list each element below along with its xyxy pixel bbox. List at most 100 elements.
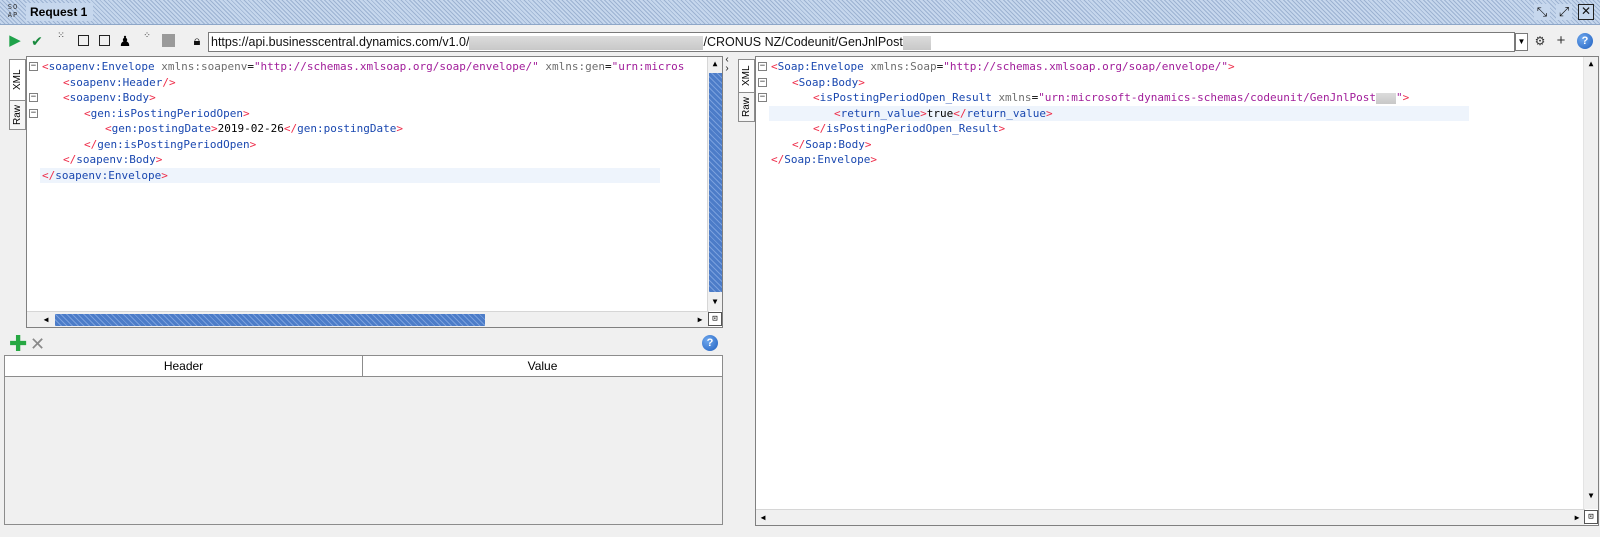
xml-token: "urn:microsoft-dynamics-schemas/codeunit…: [1038, 91, 1376, 104]
dropdown-icon[interactable]: ▼: [1515, 33, 1528, 51]
code-line[interactable]: <Soap:Envelope xmlns:Soap="http://schema…: [771, 59, 1235, 74]
url-suffix: /CRONUS NZ/Codeunit/GenJnlPost: [703, 35, 903, 49]
xml-token: gen:postingDate: [111, 122, 211, 135]
xml-token: xmlns: [998, 91, 1032, 104]
xml-token: <: [105, 122, 112, 135]
code-line[interactable]: </gen:isPostingPeriodOpen>: [84, 137, 256, 152]
tab-xml-request[interactable]: XML: [9, 59, 26, 101]
window-title: Request 1: [26, 3, 94, 21]
code-line[interactable]: <gen:isPostingPeriodOpen>: [84, 106, 250, 121]
maximize-icon[interactable]: ⤢: [1556, 4, 1572, 20]
stop-icon[interactable]: [162, 34, 175, 47]
xml-token: >: [242, 106, 250, 120]
code-line[interactable]: <soapenv:Envelope xmlns:soapenv="http://…: [42, 59, 684, 74]
xml-token: <: [813, 91, 820, 104]
xml-token: xmlns:gen: [545, 60, 605, 73]
scroll-thumb[interactable]: [709, 73, 722, 292]
scroll-thumb[interactable]: [55, 314, 485, 326]
xml-token: </: [953, 106, 967, 120]
line-numbers-icon[interactable]: ⊡: [708, 312, 722, 326]
redacted-block: [469, 35, 704, 50]
xml-token: 2019-02-26: [217, 122, 284, 135]
close-icon[interactable]: ✕: [1578, 4, 1594, 20]
xml-token: Soap:Envelope: [777, 60, 864, 73]
add-icon[interactable]: +: [1553, 33, 1569, 49]
toggle-icon[interactable]: ⁙: [53, 32, 69, 49]
scroll-left-icon[interactable]: ◀: [39, 313, 53, 327]
code-line[interactable]: </Soap:Envelope>: [771, 152, 877, 167]
code-line[interactable]: <return_value>true</return_value>: [834, 106, 1053, 121]
xml-token: gen:isPostingPeriodOpen: [97, 137, 250, 151]
xml-token: soapenv:Body: [76, 153, 156, 166]
xml-token: >: [864, 137, 872, 151]
tab-raw-response[interactable]: Raw: [738, 92, 755, 122]
xml-token: >: [998, 122, 1006, 135]
split-divider[interactable]: [731, 56, 735, 537]
scroll-right-icon[interactable]: ▶: [693, 313, 707, 327]
scroll-down-icon[interactable]: ▼: [1584, 489, 1598, 503]
code-line[interactable]: <soapenv:Header/>: [63, 75, 176, 90]
xml-token: isPostingPeriodOpen_Result: [826, 122, 999, 135]
remove-header-icon[interactable]: ✕: [30, 334, 45, 354]
scroll-right-icon[interactable]: ▶: [1570, 511, 1584, 525]
code-line[interactable]: </isPostingPeriodOpen_Result>: [813, 121, 1005, 136]
code-line[interactable]: </soapenv:Envelope>: [42, 168, 168, 183]
xml-token: >: [920, 106, 927, 120]
xml-token: </: [792, 137, 806, 151]
fold-toggle-icon[interactable]: −: [758, 77, 767, 87]
scroll-up-icon[interactable]: ▲: [1584, 57, 1598, 71]
check-icon[interactable]: ✔: [29, 33, 45, 49]
fold-toggle-icon[interactable]: −: [29, 93, 38, 102]
code-line[interactable]: <gen:postingDate>2019-02-26</gen:posting…: [105, 121, 403, 136]
detach-icon[interactable]: ⤡: [1534, 4, 1550, 20]
xml-token: ": [1395, 91, 1403, 104]
options-icon[interactable]: ⁘: [139, 32, 155, 49]
fold-toggle-icon[interactable]: −: [758, 62, 767, 71]
column-header-value[interactable]: Value: [363, 356, 722, 377]
response-horizontal-scrollbar[interactable]: ◀ ▶: [756, 509, 1585, 525]
scroll-left-icon[interactable]: ◀: [756, 511, 770, 525]
checkbox-icon[interactable]: [99, 35, 110, 46]
add-header-icon[interactable]: ✚: [9, 333, 27, 355]
code-line[interactable]: <soapenv:Body>: [63, 90, 156, 105]
code-line[interactable]: <Soap:Body>: [792, 75, 865, 90]
request-vertical-scrollbar[interactable]: ▲ ▼: [707, 57, 722, 311]
settings-icon[interactable]: ⚙: [1532, 33, 1548, 49]
scroll-down-icon[interactable]: ▼: [708, 295, 722, 309]
collapse-left-icon[interactable]: ‹ ›: [722, 55, 732, 74]
code-line[interactable]: </soapenv:Body>: [63, 152, 162, 167]
response-xml-editor[interactable]: − <Soap:Envelope xmlns:Soap="http://schem…: [755, 56, 1599, 526]
xml-token: >: [1227, 60, 1235, 73]
xml-token: </: [771, 153, 785, 166]
user-icon[interactable]: ♟: [117, 33, 133, 49]
column-header-header[interactable]: Header: [5, 356, 363, 377]
frame-icon[interactable]: [78, 35, 89, 46]
code-line[interactable]: <isPostingPeriodOpen_Result xmlns="urn:m…: [813, 90, 1409, 105]
line-numbers-icon[interactable]: ⊡: [1584, 510, 1598, 524]
xml-token: />: [162, 75, 176, 89]
xml-token: "http://schemas.xmlsoap.org/soap/envelop…: [253, 60, 539, 73]
request-horizontal-scrollbar[interactable]: ◀ ▶: [27, 311, 709, 327]
response-vertical-scrollbar[interactable]: ▲ ▼: [1583, 57, 1598, 509]
xml-token: </: [813, 122, 827, 135]
play-icon[interactable]: ▶: [7, 33, 23, 49]
redacted-block: [902, 35, 931, 50]
code-line[interactable]: </Soap:Body>: [792, 137, 871, 152]
scroll-up-icon[interactable]: ▲: [708, 57, 722, 71]
xml-token: <: [792, 75, 799, 89]
fold-toggle-icon[interactable]: −: [758, 93, 767, 102]
xml-token: >: [858, 75, 865, 89]
help-icon[interactable]: ?: [702, 335, 718, 351]
request-xml-editor[interactable]: − <soapenv:Envelope xmlns:soapenv="http:/…: [26, 56, 723, 328]
endpoint-url-field[interactable]: https://api.businesscentral.dynamics.com…: [208, 32, 1515, 52]
tab-raw-request[interactable]: Raw: [9, 100, 26, 130]
xml-token: xmlns:Soap: [870, 60, 937, 73]
help-icon[interactable]: ?: [1577, 33, 1593, 49]
xml-token: >: [161, 168, 168, 182]
xml-token: </: [63, 153, 77, 166]
xml-token: gen:isPostingPeriodOpen: [90, 106, 243, 120]
fold-toggle-icon[interactable]: −: [29, 108, 38, 118]
xml-token: "urn:micros: [611, 60, 685, 73]
tab-xml-response[interactable]: XML: [738, 59, 755, 93]
fold-toggle-icon[interactable]: −: [29, 62, 38, 71]
